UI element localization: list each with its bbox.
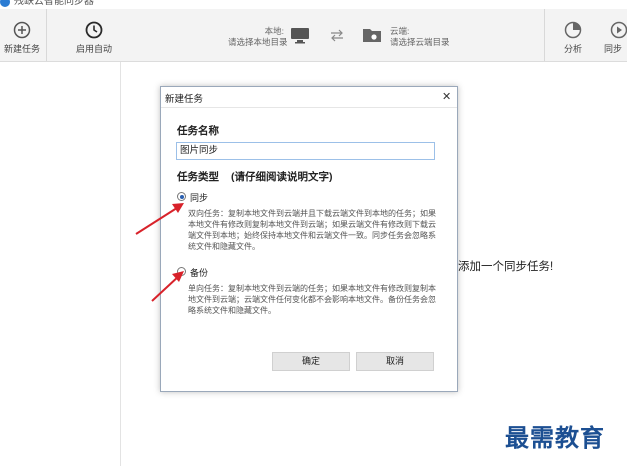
annotation-arrow: [135, 203, 184, 235]
annotation-arrow: [151, 271, 184, 302]
watermark-logo: 最需教育: [505, 423, 605, 452]
annotation-arrows: [135, 203, 184, 302]
